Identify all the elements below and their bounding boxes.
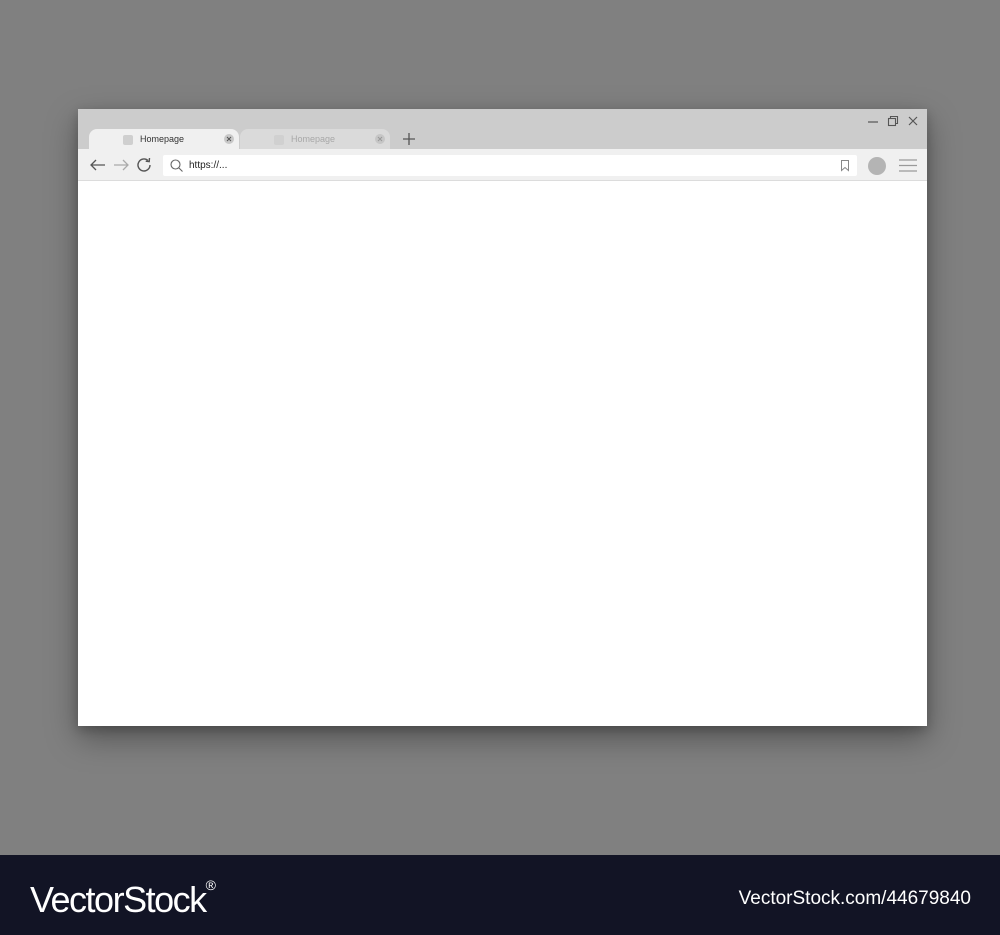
brand-stock: Stock [123, 879, 207, 920]
hamburger-menu-icon[interactable] [898, 158, 918, 173]
reload-icon[interactable] [136, 157, 154, 173]
close-icon[interactable] [906, 114, 920, 128]
address-bar[interactable]: https://... [163, 155, 857, 176]
profile-avatar[interactable] [868, 157, 886, 175]
watermark-bar: VectorStock® VectorStock.com/44679840 [0, 855, 1000, 935]
browser-window: Homepage Homepage https://... [78, 109, 927, 726]
page-content-area [78, 182, 927, 726]
vectorstock-logo: VectorStock® [30, 877, 216, 921]
title-bar: Homepage Homepage [78, 109, 927, 149]
image-id: VectorStock.com/44679840 [738, 888, 971, 909]
bookmark-icon[interactable] [839, 159, 851, 172]
backdrop: Homepage Homepage https://... [0, 0, 1000, 855]
tab-homepage-active[interactable]: Homepage [89, 129, 239, 149]
plus-icon[interactable] [401, 131, 417, 147]
minimize-icon[interactable] [866, 114, 880, 128]
favicon-icon [274, 135, 284, 145]
arrow-right-icon[interactable] [112, 157, 130, 173]
navigation-toolbar: https://... [78, 149, 927, 181]
search-icon [169, 158, 184, 173]
arrow-left-icon[interactable] [89, 157, 107, 173]
brand-vector: Vector [30, 879, 125, 920]
tab-close-icon[interactable] [224, 134, 234, 144]
tab-label: Homepage [140, 134, 185, 144]
brand-reg: ® [205, 877, 216, 893]
tab-label: Homepage [291, 134, 336, 144]
tab-homepage-inactive[interactable]: Homepage [240, 129, 390, 149]
tab-close-icon[interactable] [375, 134, 385, 144]
url-text[interactable]: https://... [189, 160, 227, 171]
restore-icon[interactable] [886, 114, 900, 128]
favicon-icon [123, 135, 133, 145]
